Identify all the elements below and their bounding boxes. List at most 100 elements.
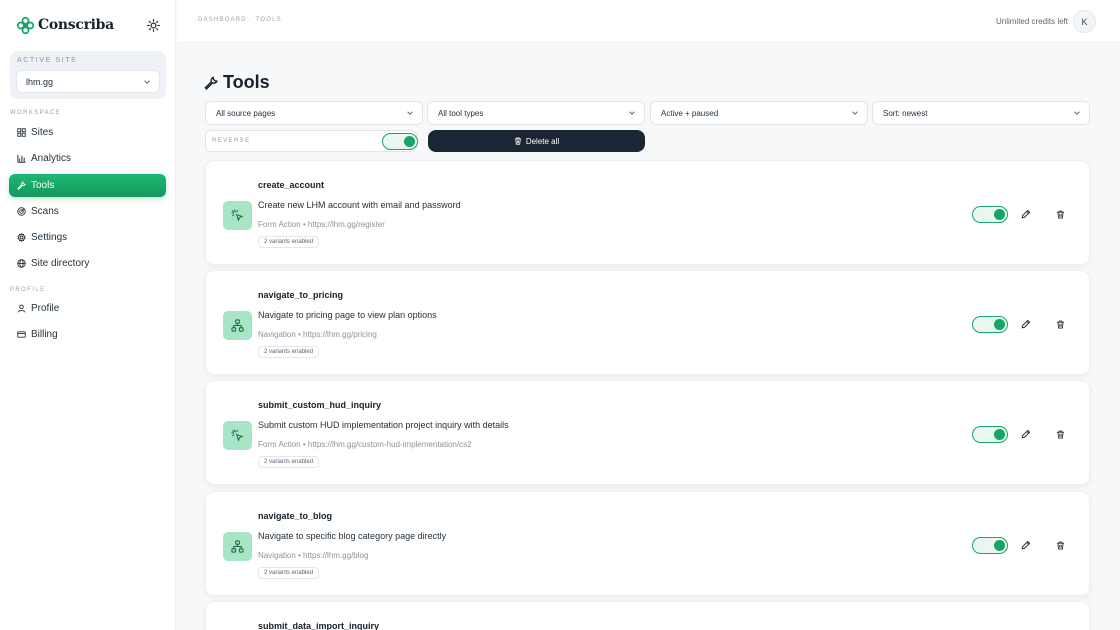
tool-card: navigate_to_blog Navigate to specific bl… <box>205 491 1090 596</box>
edit-button[interactable] <box>1019 207 1033 221</box>
reverse-toggle[interactable] <box>382 133 418 150</box>
sidebar-item-tools[interactable]: Tools <box>9 174 166 197</box>
workspace-section-label: WORKSPACE <box>10 110 62 116</box>
page-title: Tools <box>204 72 270 93</box>
variants-badge: 2 variants enabled <box>258 236 320 248</box>
sidebar-item-billing[interactable]: Billing <box>9 323 166 346</box>
topbar: DASHBOARD · TOOLS Unlimited credits left… <box>177 0 1120 43</box>
edit-button[interactable] <box>1019 317 1033 331</box>
sidebar-item-label: Site directory <box>31 258 90 269</box>
toggle-knob <box>404 135 415 147</box>
tool-description: Create new LHM account with email and pa… <box>258 200 461 210</box>
sidebar: Conscriba ACTIVE SITE lhm.gg WORKSPACE S… <box>0 0 176 630</box>
profile-section-label: PROFILE <box>10 287 46 293</box>
variants-badge: 2 variants enabled <box>258 456 320 468</box>
tool-name: navigate_to_blog <box>258 511 333 521</box>
pencil-icon <box>1021 540 1031 550</box>
gear-icon <box>17 233 26 242</box>
brand-logo-icon <box>16 16 35 34</box>
tool-active-toggle[interactable] <box>972 537 1008 554</box>
tool-description: Submit custom HUD implementation project… <box>258 420 509 430</box>
tool-name: submit_custom_hud_inquiry <box>258 400 382 410</box>
sidebar-item-settings[interactable]: Settings <box>9 226 166 249</box>
tool-active-toggle[interactable] <box>972 206 1008 223</box>
pencil-icon <box>1021 319 1031 329</box>
tool-name: create_account <box>258 180 325 190</box>
sitemap-icon <box>231 319 244 332</box>
globe-icon <box>17 259 26 268</box>
chevron-down-icon <box>1074 111 1080 115</box>
tool-card: submit_custom_hud_inquiry Submit custom … <box>205 380 1090 485</box>
delete-all-button[interactable]: Delete all <box>428 130 645 152</box>
delete-button[interactable] <box>1053 427 1067 441</box>
trash-icon <box>1056 320 1064 329</box>
chevron-down-icon <box>852 111 858 115</box>
status-filter-value: Active + paused <box>661 108 719 118</box>
trash-icon <box>1056 430 1064 439</box>
theme-toggle-button[interactable] <box>144 16 162 34</box>
toggle-knob <box>994 318 1005 330</box>
active-site-value: lhm.gg <box>26 76 54 87</box>
tool-type-icon <box>223 421 252 450</box>
tool-name: submit_data_import_inquiry <box>258 621 380 630</box>
tool-card: navigate_to_pricing Navigate to pricing … <box>205 270 1090 375</box>
sidebar-item-label: Billing <box>31 329 58 340</box>
delete-button[interactable] <box>1053 207 1067 221</box>
tool-description: Navigate to specific blog category page … <box>258 531 447 541</box>
source-pages-filter[interactable]: All source pages <box>205 101 423 125</box>
brand-name: Conscriba <box>38 17 114 33</box>
tool-type-icon <box>223 311 252 340</box>
tool-meta: Navigation • https://lhm.gg/blog <box>258 551 369 560</box>
tool-name: navigate_to_pricing <box>258 290 344 300</box>
tool-card: submit_data_import_inquiry <box>205 601 1090 630</box>
delete-all-label: Delete all <box>525 136 560 146</box>
sidebar-item-sites[interactable]: Sites <box>9 121 166 144</box>
tool-card: create_account Create new LHM account wi… <box>205 160 1090 265</box>
tool-types-filter-value: All tool types <box>438 108 484 118</box>
delete-button[interactable] <box>1053 538 1067 552</box>
chevron-down-icon <box>629 111 635 115</box>
brand[interactable]: Conscriba <box>16 14 114 36</box>
user-icon <box>17 304 26 313</box>
avatar[interactable]: K <box>1073 10 1096 33</box>
tool-type-icon <box>223 201 252 230</box>
sidebar-item-analytics[interactable]: Analytics <box>9 147 166 170</box>
tool-meta: Navigation • https://lhm.gg/pricing <box>258 330 377 339</box>
tool-active-toggle[interactable] <box>972 426 1008 443</box>
variants-badge: 2 variants enabled <box>258 567 320 579</box>
trash-icon <box>514 137 522 145</box>
pencil-icon <box>1021 429 1031 439</box>
active-site-select[interactable]: lhm.gg <box>16 70 160 93</box>
credits-status: Unlimited credits left <box>995 17 1068 26</box>
credit-card-icon <box>17 331 26 338</box>
sidebar-item-label: Tools <box>31 180 55 191</box>
status-filter[interactable]: Active + paused <box>650 101 868 125</box>
page-title-text: Tools <box>223 72 270 92</box>
chevron-down-icon <box>144 79 150 84</box>
sort-filter[interactable]: Sort: newest <box>872 101 1090 125</box>
sidebar-item-label: Sites <box>31 127 54 138</box>
sidebar-item-profile[interactable]: Profile <box>9 297 166 320</box>
sidebar-item-scans[interactable]: Scans <box>9 200 166 223</box>
tool-types-filter[interactable]: All tool types <box>427 101 645 125</box>
breadcrumb: DASHBOARD · TOOLS <box>198 17 282 23</box>
toggle-knob <box>994 428 1005 440</box>
chevron-down-icon <box>407 111 413 115</box>
sidebar-item-site-directory[interactable]: Site directory <box>9 252 166 275</box>
sun-icon <box>146 18 160 32</box>
sort-filter-value: Sort: newest <box>883 108 928 118</box>
grid-icon <box>17 128 26 137</box>
toggle-knob <box>994 208 1005 220</box>
trash-icon <box>1056 541 1064 550</box>
active-site-label: ACTIVE SITE <box>17 57 78 64</box>
edit-button[interactable] <box>1019 427 1033 441</box>
edit-button[interactable] <box>1019 538 1033 552</box>
delete-button[interactable] <box>1053 317 1067 331</box>
tool-active-toggle[interactable] <box>972 316 1008 333</box>
sidebar-item-label: Scans <box>31 206 59 217</box>
tool-type-icon <box>223 532 252 561</box>
toggle-knob <box>994 539 1005 551</box>
trash-icon <box>1056 210 1064 219</box>
sitemap-icon <box>231 540 244 553</box>
pencil-icon <box>1021 209 1031 219</box>
